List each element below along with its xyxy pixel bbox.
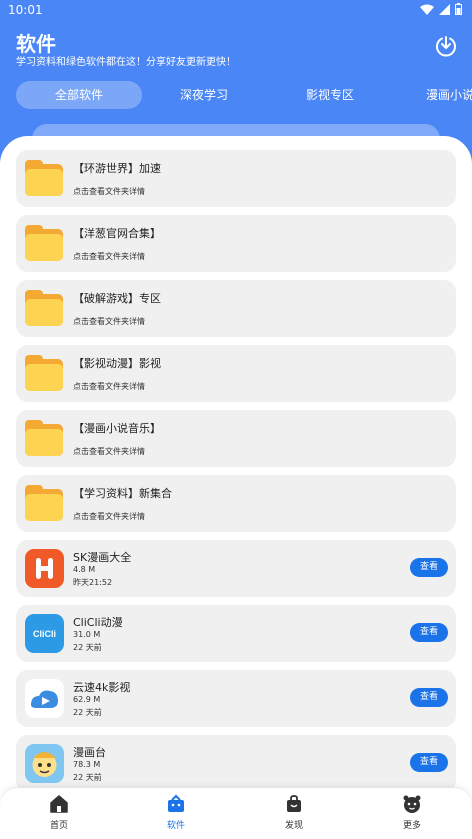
signal-icon [439, 3, 450, 15]
folder-subtitle: 点击查看文件夹详情 [73, 447, 145, 456]
discover-icon [287, 795, 301, 812]
status-bar: 10:01 [0, 0, 472, 22]
folder-icon [25, 160, 63, 196]
app-name: 漫画台 [73, 746, 106, 759]
clicli-icon: CliCli [25, 614, 64, 653]
folder-item[interactable]: 【破解游戏】专区 点击查看文件夹详情 [16, 280, 456, 337]
app-date: 22 天前 [73, 773, 102, 782]
status-time: 10:01 [8, 3, 43, 17]
folder-icon [25, 420, 63, 456]
download-button[interactable] [434, 34, 458, 58]
folder-subtitle: 点击查看文件夹详情 [73, 187, 145, 196]
tab-film-tv[interactable]: 影视专区 [282, 81, 378, 109]
sk-comic-icon [25, 549, 64, 588]
nav-software[interactable]: 软件 [146, 794, 206, 831]
wifi-icon [420, 4, 434, 15]
category-tabs: 全部软件 深夜学习 影视专区 漫画小说 [16, 81, 472, 111]
folder-item[interactable]: 【环游世界】加速 点击查看文件夹详情 [16, 150, 456, 207]
folder-item[interactable]: 【洋葱官网合集】 点击查看文件夹详情 [16, 215, 456, 272]
folder-title: 【环游世界】加速 [73, 162, 161, 175]
app-size: 78.3 M [73, 760, 101, 769]
content-panel: 【环游世界】加速 点击查看文件夹详情 【洋葱官网合集】 点击查看文件夹详情 【破… [0, 136, 472, 839]
home-icon [50, 795, 68, 813]
folder-subtitle: 点击查看文件夹详情 [73, 317, 145, 326]
view-button[interactable]: 查看 [410, 558, 448, 577]
app-size: 4.8 M [73, 565, 96, 574]
tab-all-software[interactable]: 全部软件 [16, 81, 142, 109]
page-subtitle: 学习资料和绿色软件都在这！分享好友更新更快！ [16, 57, 236, 68]
download-icon [436, 36, 456, 57]
folder-item[interactable]: 【影视动漫】影视 点击查看文件夹详情 [16, 345, 456, 402]
app-item[interactable]: 云速4k影视 62.9 M 22 天前 查看 [16, 670, 456, 727]
folder-title: 【影视动漫】影视 [73, 357, 161, 370]
nav-label: 软件 [166, 821, 185, 831]
view-button[interactable]: 查看 [410, 623, 448, 642]
folder-title: 【洋葱官网合集】 [73, 227, 161, 240]
view-button[interactable]: 查看 [410, 688, 448, 707]
folder-title: 【漫画小说音乐】 [73, 422, 161, 435]
tab-late-night-study[interactable]: 深夜学习 [156, 81, 252, 109]
software-icon [168, 794, 184, 812]
svg-text:CliCli: CliCli [33, 629, 56, 639]
nav-label: 首页 [49, 821, 68, 831]
folder-icon [25, 225, 63, 261]
app-name: 云速4k影视 [73, 681, 131, 694]
app-item[interactable]: 漫画台 78.3 M 22 天前 查看 [16, 735, 456, 792]
app-size: 31.0 M [73, 630, 101, 639]
app-date: 22 天前 [73, 643, 102, 652]
view-button[interactable]: 查看 [410, 753, 448, 772]
folder-item[interactable]: 【漫画小说音乐】 点击查看文件夹详情 [16, 410, 456, 467]
folder-title: 【破解游戏】专区 [73, 292, 161, 305]
more-icon [403, 795, 421, 813]
folder-subtitle: 点击查看文件夹详情 [73, 382, 145, 391]
nav-home[interactable]: 首页 [29, 794, 89, 831]
folder-item[interactable]: 【学习资料】新集合 点击查看文件夹详情 [16, 475, 456, 532]
battery-icon [455, 3, 462, 15]
folder-title: 【学习资料】新集合 [73, 487, 172, 500]
yunsu-icon [25, 679, 64, 718]
folder-icon [25, 290, 63, 326]
app-item[interactable]: SK漫画大全 4.8 M 昨天21:52 查看 [16, 540, 456, 597]
nav-label: 发现 [284, 821, 303, 831]
app-date: 昨天21:52 [73, 578, 113, 587]
app-date: 22 天前 [73, 708, 102, 717]
folder-icon [25, 485, 63, 521]
nav-label: 更多 [402, 821, 421, 831]
manhuatai-icon [25, 744, 64, 783]
app-name: SK漫画大全 [73, 551, 132, 564]
nav-discover[interactable]: 发现 [264, 794, 324, 831]
folder-subtitle: 点击查看文件夹详情 [73, 252, 145, 261]
folder-subtitle: 点击查看文件夹详情 [73, 512, 145, 521]
status-icons [420, 3, 462, 15]
tab-comics-novels[interactable]: 漫画小说 [426, 81, 472, 109]
folder-icon [25, 355, 63, 391]
app-size: 62.9 M [73, 695, 101, 704]
bottom-nav: 首页 软件 发现 更多 [0, 787, 472, 839]
nav-more[interactable]: 更多 [382, 794, 442, 831]
app-item[interactable]: CliCli CliCli动漫 31.0 M 22 天前 查看 [16, 605, 456, 662]
file-list: 【环游世界】加速 点击查看文件夹详情 【洋葱官网合集】 点击查看文件夹详情 【破… [16, 150, 456, 800]
app-name: CliCli动漫 [73, 616, 123, 629]
